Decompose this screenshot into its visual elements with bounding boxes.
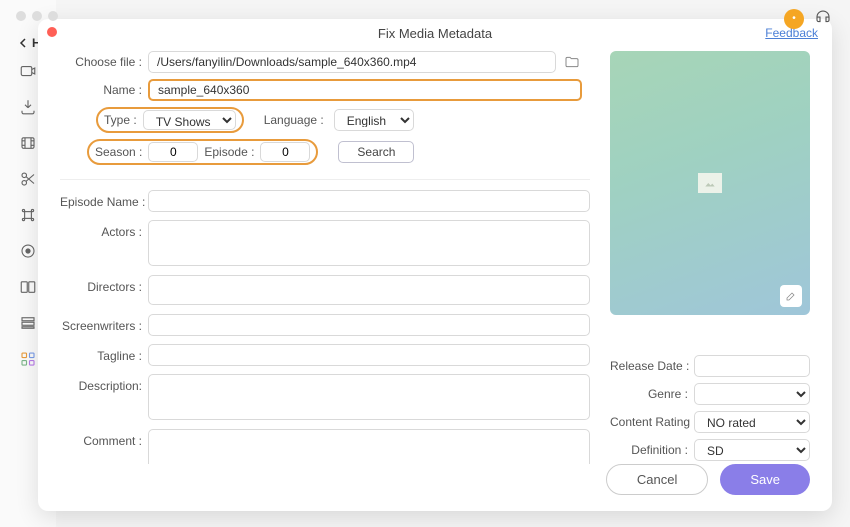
release-date-label: Release Date : (610, 359, 688, 373)
definition-label: Definition : (610, 443, 688, 457)
type-label: Type : (104, 113, 137, 127)
modal-footer: Cancel Save (38, 464, 832, 511)
season-label: Season : (95, 145, 142, 159)
episode-label: Episode : (204, 145, 254, 159)
comment-label: Comment : (60, 429, 142, 453)
right-column: Release Date : Genre : Content Rating : … (610, 51, 810, 464)
modal-header: Fix Media Metadata Feedback (38, 19, 832, 47)
save-button[interactable]: Save (720, 464, 810, 495)
season-episode-highlight: Season : Episode : (87, 139, 318, 165)
actors-label: Actors : (60, 220, 142, 244)
close-icon[interactable] (47, 27, 57, 37)
name-label: Name : (60, 83, 142, 97)
traffic-light-close[interactable] (16, 11, 26, 21)
sidebar-apps-icon[interactable] (17, 348, 39, 370)
comment-input[interactable] (148, 429, 590, 464)
name-input[interactable] (148, 79, 582, 101)
episode-input[interactable] (260, 142, 310, 162)
window-controls (16, 11, 58, 21)
chevron-left-icon (18, 38, 28, 48)
traffic-light-max[interactable] (48, 11, 58, 21)
support-icon[interactable] (814, 8, 832, 29)
tagline-label: Tagline : (60, 344, 142, 368)
directors-input[interactable] (148, 275, 590, 305)
type-select[interactable]: TV Shows (143, 110, 236, 130)
sidebar-compare-icon[interactable] (17, 276, 39, 298)
tagline-input[interactable] (148, 344, 590, 366)
actors-input[interactable] (148, 220, 590, 266)
header-icons: • (784, 8, 832, 29)
cancel-button[interactable]: Cancel (606, 464, 708, 495)
modal-title: Fix Media Metadata (378, 26, 492, 41)
left-column: Choose file : Name : Type : TV Shows Lan… (60, 51, 590, 464)
browse-folder-icon[interactable] (562, 52, 582, 72)
search-button[interactable]: Search (338, 141, 414, 163)
user-avatar[interactable]: • (784, 9, 804, 29)
content-rating-label: Content Rating : (610, 415, 688, 429)
genre-label: Genre : (610, 387, 688, 401)
description-label: Description: (60, 374, 142, 398)
screenwriters-input[interactable] (148, 314, 590, 336)
language-select[interactable]: English (334, 109, 414, 131)
file-path-input[interactable] (148, 51, 556, 73)
type-highlight: Type : TV Shows (96, 107, 244, 133)
episode-name-label: Episode Name : (60, 190, 142, 214)
choose-file-label: Choose file : (60, 55, 142, 69)
sidebar-download-icon[interactable] (17, 96, 39, 118)
image-placeholder-icon (698, 173, 722, 193)
genre-select[interactable] (694, 383, 810, 405)
edit-poster-icon[interactable] (780, 285, 802, 307)
release-date-input[interactable] (694, 355, 810, 377)
divider (60, 179, 590, 180)
traffic-light-min[interactable] (32, 11, 42, 21)
screenwriters-label: Screenwriters : (60, 314, 142, 338)
definition-select[interactable]: SD (694, 439, 810, 461)
avatar-initial: • (792, 13, 796, 24)
modal-body: Choose file : Name : Type : TV Shows Lan… (38, 47, 832, 464)
sidebar-film-icon[interactable] (17, 132, 39, 154)
poster-preview (610, 51, 810, 315)
content-rating-select[interactable]: NO rated (694, 411, 810, 433)
sidebar-video-icon[interactable] (17, 60, 39, 82)
sidebar-crop-icon[interactable] (17, 204, 39, 226)
season-input[interactable] (148, 142, 198, 162)
modal: Fix Media Metadata Feedback Choose file … (38, 19, 832, 511)
language-label: Language : (264, 113, 324, 127)
sidebar-cut-icon[interactable] (17, 168, 39, 190)
directors-label: Directors : (60, 275, 142, 299)
sidebar-record-icon[interactable] (17, 240, 39, 262)
description-input[interactable] (148, 374, 590, 420)
sidebar-list-icon[interactable] (17, 312, 39, 334)
episode-name-input[interactable] (148, 190, 590, 212)
